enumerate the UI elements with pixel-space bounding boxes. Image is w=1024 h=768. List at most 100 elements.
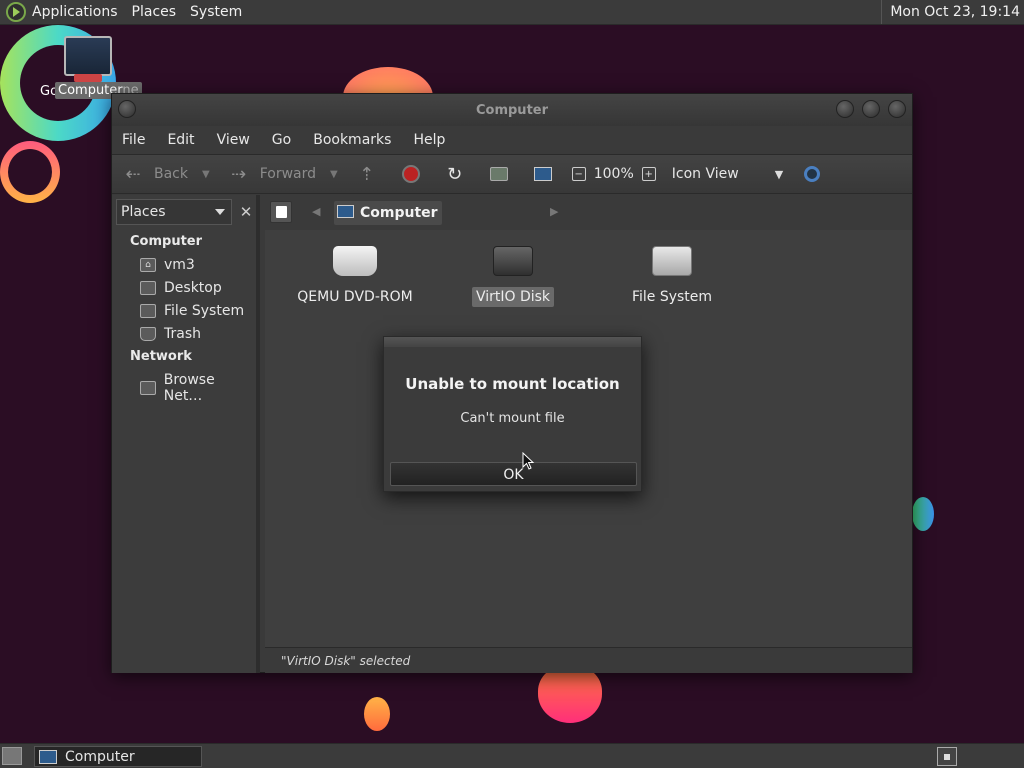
zoom-out-icon[interactable]: − xyxy=(571,167,586,181)
network-icon xyxy=(140,381,156,395)
back-arrow-icon: ⇠ xyxy=(125,163,141,185)
reload-icon: ↻ xyxy=(447,163,463,185)
breadcrumb[interactable]: Computer xyxy=(334,201,442,225)
path-right-arrow-icon[interactable]: ▶ xyxy=(550,205,558,218)
toolbar: ⇠ Back ▼ ⇢ Forward ▼ ⇡ ↻ − 100% + Icon V… xyxy=(112,154,912,194)
dialog-message: Can't mount file xyxy=(460,411,565,426)
minimize-button[interactable] xyxy=(836,100,854,118)
sidebar-item-trash[interactable]: Trash xyxy=(140,326,201,342)
zoom-in-icon[interactable]: + xyxy=(641,167,656,181)
hard-drive-icon xyxy=(652,246,692,276)
chevron-down-icon: ▼ xyxy=(774,167,784,181)
menu-applications[interactable]: Applications xyxy=(32,4,118,20)
hard-drive-icon xyxy=(493,246,533,276)
reload-button[interactable]: ↻ xyxy=(444,163,476,185)
home-folder-icon xyxy=(488,163,510,185)
path-left-arrow-icon[interactable]: ◀ xyxy=(312,205,320,218)
forward-history-dropdown[interactable]: ▼ xyxy=(330,169,338,180)
computer-icon xyxy=(532,163,554,185)
dialog-titlebar[interactable] xyxy=(384,337,641,347)
maximize-button[interactable] xyxy=(862,100,880,118)
computer-button[interactable] xyxy=(532,163,564,185)
back-label: Back xyxy=(154,166,188,182)
decorative-blob xyxy=(364,697,390,731)
menu-bookmarks[interactable]: Bookmarks xyxy=(313,132,391,148)
decorative-blob xyxy=(912,497,934,531)
window-title: Computer xyxy=(475,102,549,118)
menu-help[interactable]: Help xyxy=(413,132,445,148)
optical-drive-icon xyxy=(333,246,377,276)
forward-label: Forward xyxy=(259,166,317,182)
sidebar-item-label: Desktop xyxy=(164,280,222,296)
show-desktop-icon[interactable] xyxy=(2,747,22,765)
workspace-switcher-1[interactable] xyxy=(937,747,957,766)
stop-button[interactable] xyxy=(400,163,432,185)
home-folder-icon: ⌂ xyxy=(140,258,156,272)
sidebar-heading-computer: Computer xyxy=(130,234,203,249)
stop-icon xyxy=(400,163,422,185)
up-button[interactable]: ⇡ xyxy=(356,163,388,185)
sidebar-item-label: Browse Net… xyxy=(163,372,215,404)
location-bar: ◀ Computer ▶ xyxy=(264,195,912,229)
back-history-dropdown[interactable]: ▼ xyxy=(202,169,210,180)
chevron-down-icon xyxy=(215,209,225,215)
trash-icon xyxy=(140,327,156,341)
view-mode-select[interactable]: Icon View ▼ xyxy=(672,166,783,182)
view-mode-label: Icon View xyxy=(671,166,739,182)
taskbar-item-computer[interactable]: Computer xyxy=(34,746,202,767)
error-dialog: Unable to mount location Can't mount fil… xyxy=(383,336,642,492)
menu-edit[interactable]: Edit xyxy=(167,132,194,148)
sidebar-item-file-system[interactable]: File System xyxy=(140,303,244,319)
taskbar-item-label: Computer xyxy=(65,748,135,765)
forward-arrow-icon: ⇢ xyxy=(231,163,247,185)
window-titlebar[interactable]: Computer xyxy=(112,94,912,126)
file-item-label: VirtIO Disk xyxy=(471,287,555,307)
file-item-label: QEMU DVD-ROM xyxy=(297,289,413,305)
sidebar-item-browse-network[interactable]: Browse Net… xyxy=(140,372,256,404)
sidebar-item-label: Trash xyxy=(164,326,201,342)
desktop-folder-icon xyxy=(140,281,156,295)
workspace-switcher-2[interactable] xyxy=(961,747,981,766)
file-item-label: File System xyxy=(631,289,713,305)
menu-system[interactable]: System xyxy=(190,4,242,20)
zoom-control: − 100% + xyxy=(571,166,664,182)
decorative-blob xyxy=(538,665,602,723)
location-edit-icon[interactable] xyxy=(270,201,292,223)
sidebar-type-select[interactable]: Places xyxy=(116,199,232,225)
clock[interactable]: Mon Oct 23, 19:14 xyxy=(881,0,1024,24)
dialog-title: Unable to mount location xyxy=(405,375,620,393)
sidebar-item-label: File System xyxy=(164,303,245,319)
close-button[interactable] xyxy=(888,100,906,118)
file-item-virtio-disk[interactable]: VirtIO Disk xyxy=(448,246,578,307)
forward-button[interactable]: ⇢ Forward ▼ xyxy=(228,163,338,185)
ok-button[interactable]: OK xyxy=(390,462,637,486)
mouse-cursor-icon xyxy=(522,452,535,470)
mate-logo-icon[interactable] xyxy=(6,2,26,22)
search-icon xyxy=(801,163,823,185)
decorative-ring xyxy=(0,141,60,203)
menu-places[interactable]: Places xyxy=(132,4,177,20)
breadcrumb-label: Computer xyxy=(360,205,438,221)
file-item-file-system[interactable]: File System xyxy=(607,246,737,307)
sidebar-item-desktop[interactable]: Desktop xyxy=(140,280,222,296)
status-bar: "VirtIO Disk" selected xyxy=(265,647,912,673)
menu-go[interactable]: Go xyxy=(272,132,291,148)
window-menu-button[interactable] xyxy=(118,100,136,118)
bottom-panel: Computer xyxy=(0,743,1024,768)
up-arrow-icon: ⇡ xyxy=(359,163,375,185)
file-item-dvd-rom[interactable]: QEMU DVD-ROM xyxy=(290,246,420,307)
computer-icon xyxy=(39,749,57,764)
zoom-level: 100% xyxy=(593,166,634,182)
sidebar-item-label: vm3 xyxy=(164,257,195,273)
search-button[interactable] xyxy=(801,163,833,185)
sidebar-item-vm3[interactable]: ⌂ vm3 xyxy=(140,257,195,273)
top-panel: Applications Places System Mon Oct 23, 1… xyxy=(0,0,1024,25)
sidebar-heading-network: Network xyxy=(130,349,192,364)
sidebar: Places ✕ Computer ⌂ vm3 Desktop File Sys… xyxy=(112,195,260,673)
home-button[interactable] xyxy=(488,163,520,185)
sidebar-type-label: Places xyxy=(121,204,166,220)
close-sidebar-icon[interactable]: ✕ xyxy=(236,199,256,225)
menu-view[interactable]: View xyxy=(217,132,250,148)
back-button[interactable]: ⇠ Back ▼ xyxy=(122,163,210,185)
menu-file[interactable]: File xyxy=(122,132,145,148)
